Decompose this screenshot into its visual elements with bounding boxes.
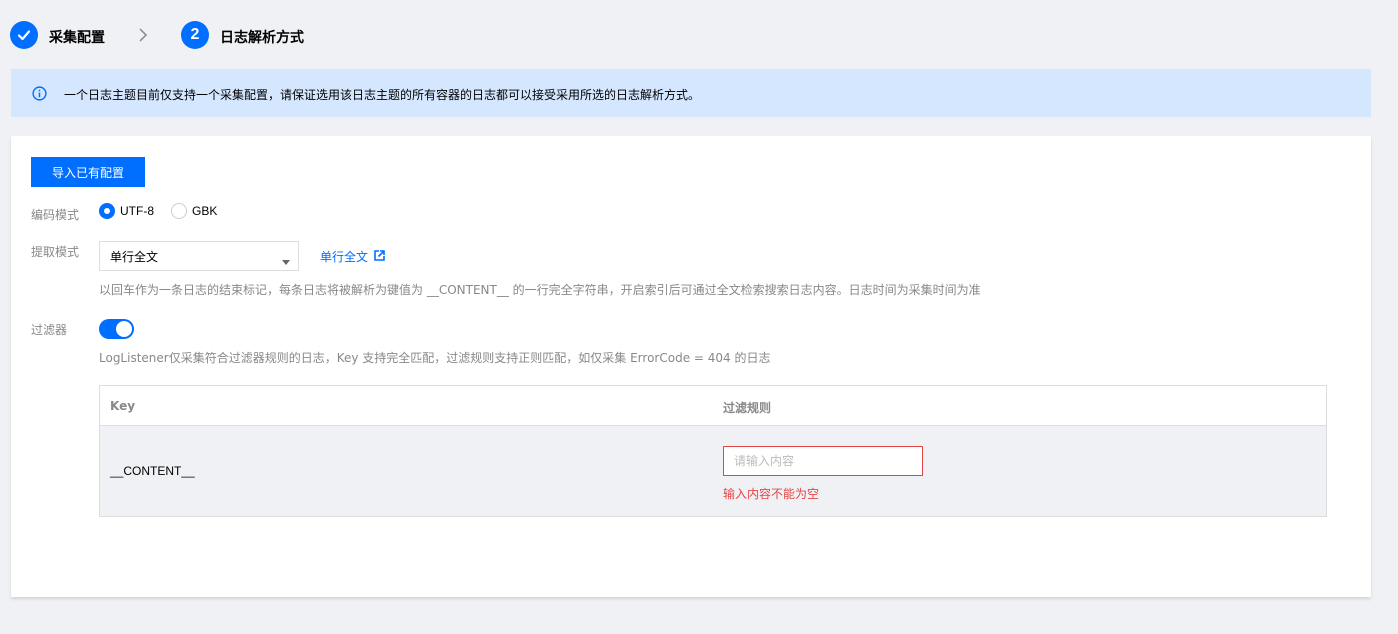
filter-rule-input[interactable] — [723, 446, 923, 476]
table-row: __CONTENT__ 输入内容不能为空 — [100, 426, 1326, 516]
step-done-icon — [10, 21, 38, 49]
stepper: 采集配置 2 日志解析方式 — [0, 0, 1398, 70]
config-card: 导入已有配置 编码模式 UTF-8 GBK 提取模式 单行全文 单行全文 以回车… — [11, 136, 1371, 597]
extract-mode-link-text: 单行全文 — [320, 250, 369, 264]
step-number-badge: 2 — [181, 21, 209, 49]
radio-unchecked-icon — [171, 203, 187, 219]
step-number: 2 — [190, 26, 200, 43]
filter-label: 过滤器 — [31, 323, 68, 337]
step-label-log-parse: 日志解析方式 — [220, 30, 304, 46]
external-link-icon — [374, 249, 385, 264]
column-header-key: Key — [110, 399, 136, 413]
row-key: __CONTENT__ — [110, 464, 195, 478]
extract-mode-doc-link[interactable]: 单行全文 — [320, 248, 385, 265]
radio-utf8-label: UTF-8 — [120, 204, 154, 218]
radio-utf8[interactable]: UTF-8 — [99, 203, 154, 219]
extract-mode-help: 以回车作为一条日志的结束标记，每条日志将被解析为键值为 __CONTENT__ … — [99, 283, 981, 297]
info-icon — [32, 86, 47, 104]
caret-down-icon — [282, 254, 290, 268]
radio-gbk-label: GBK — [192, 204, 218, 218]
column-header-rule: 过滤规则 — [723, 401, 772, 415]
encoding-label: 编码模式 — [31, 208, 80, 222]
radio-checked-icon — [99, 203, 115, 219]
alert-text: 一个日志主题目前仅支持一个采集配置，请保证选用该日志主题的所有容器的日志都可以接… — [64, 88, 701, 102]
step-label-collect-config[interactable]: 采集配置 — [49, 27, 105, 47]
chevron-right-icon — [138, 27, 148, 46]
filter-rules-table: Key 过滤规则 __CONTENT__ 输入内容不能为空 — [99, 385, 1327, 517]
validation-error: 输入内容不能为空 — [723, 487, 820, 501]
import-config-button[interactable]: 导入已有配置 — [31, 157, 145, 187]
toggle-knob — [116, 321, 132, 337]
filter-toggle[interactable] — [99, 319, 134, 339]
extract-mode-label: 提取模式 — [31, 245, 80, 259]
extract-mode-value: 单行全文 — [110, 249, 159, 264]
info-alert: 一个日志主题目前仅支持一个采集配置，请保证选用该日志主题的所有容器的日志都可以接… — [11, 69, 1371, 117]
radio-gbk[interactable]: GBK — [171, 203, 217, 219]
filter-help: LogListener仅采集符合过滤器规则的日志，Key 支持完全匹配，过滤规则… — [99, 351, 771, 365]
table-header: Key 过滤规则 — [100, 386, 1326, 426]
extract-mode-select[interactable]: 单行全文 — [99, 241, 299, 271]
